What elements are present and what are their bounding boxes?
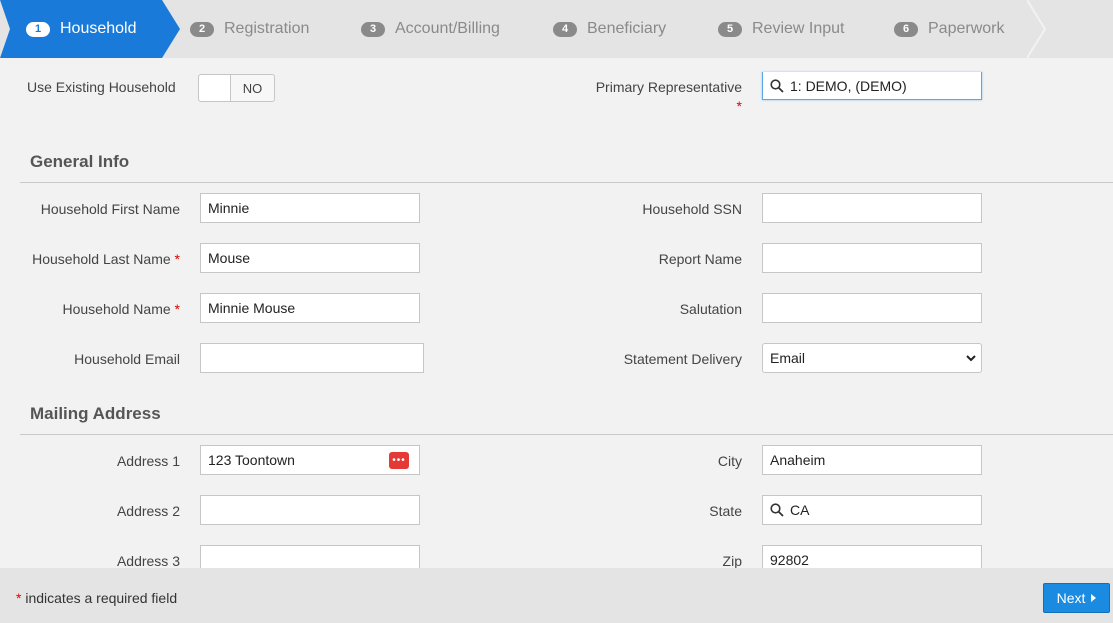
city-label: City [717, 453, 742, 469]
household-name-input[interactable]: Minnie Mouse [200, 293, 420, 323]
toggle-value: NO [242, 80, 263, 96]
household-first-name-value: Minnie [208, 200, 250, 216]
use-existing-household-toggle[interactable]: NO [198, 74, 275, 102]
section-title-general-info: General Info [30, 152, 130, 171]
statement-delivery-value: Email [770, 350, 806, 366]
section-divider [20, 182, 1113, 183]
state-input[interactable]: CA [762, 495, 982, 525]
city-input[interactable]: Anaheim [762, 445, 982, 475]
state-label: State [709, 503, 742, 519]
statement-delivery-select[interactable]: Email [762, 343, 982, 373]
step-registration[interactable]: 2 Registration [164, 0, 334, 58]
step-label: Review Input [752, 20, 845, 37]
step-number: 1 [26, 22, 50, 37]
city-value: Anaheim [770, 452, 826, 468]
step-label: Household [60, 20, 137, 37]
step-label: Beneficiary [587, 20, 667, 37]
primary-representative-input[interactable]: 1: DEMO, (DEMO) [762, 72, 982, 100]
household-email-input[interactable] [200, 343, 424, 373]
primary-representative-label: Primary Representative [595, 79, 742, 95]
use-existing-household-label: Use Existing Household [27, 79, 176, 95]
wizard-stepper: 1 Household 2 Registration 3 Account/Bil… [0, 0, 1113, 58]
toggle-knob [199, 75, 231, 101]
address2-label: Address 2 [116, 503, 180, 519]
statement-delivery-label: Statement Delivery [623, 351, 742, 367]
zip-label: Zip [722, 553, 742, 568]
required-note-text: indicates a required field [25, 590, 178, 606]
search-icon [770, 78, 784, 93]
primary-representative-value: 1: DEMO, (DEMO) [790, 77, 907, 94]
zip-input[interactable]: 92802 [762, 545, 982, 568]
salutation-label: Salutation [679, 301, 742, 317]
household-last-name-text: Household Last Name [32, 251, 171, 267]
form-content: Use Existing Household NO Primary Repres… [0, 58, 1113, 568]
step-number: 3 [361, 21, 385, 37]
step-label: Account/Billing [395, 20, 500, 37]
report-name-input[interactable] [762, 243, 982, 273]
household-ssn-label: Household SSN [642, 201, 742, 217]
required-marker: * [736, 98, 742, 114]
step-account-billing[interactable]: 3 Account/Billing [335, 0, 525, 58]
household-last-name-value: Mouse [208, 250, 251, 266]
report-name-label: Report Name [658, 251, 742, 267]
household-first-name-label: Household First Name [40, 201, 180, 217]
required-field-note: * indicates a required field [16, 590, 177, 606]
household-first-name-input[interactable]: Minnie [200, 193, 420, 223]
next-button[interactable]: Next [1043, 583, 1110, 613]
step-review-input[interactable]: 5 Review Input [692, 0, 868, 58]
required-marker: * [16, 590, 22, 606]
caret-right-icon [1091, 594, 1097, 602]
section-divider [20, 434, 1113, 435]
address1-label: Address 1 [116, 453, 180, 469]
section-title-mailing-address: Mailing Address [30, 404, 161, 423]
step-label: Paperwork [928, 20, 1005, 37]
step-separator-icon [1027, 0, 1047, 58]
address3-label: Address 3 [116, 553, 180, 568]
address2-input[interactable] [200, 495, 420, 525]
salutation-input[interactable] [762, 293, 982, 323]
password-manager-icon[interactable]: ••• [389, 452, 409, 469]
household-last-name-input[interactable]: Mouse [200, 243, 420, 273]
address1-input[interactable]: 123 Toontown ••• [200, 445, 420, 475]
household-email-label: Household Email [74, 351, 180, 367]
required-marker: * [174, 301, 180, 317]
step-number: 2 [190, 21, 214, 37]
next-button-label: Next [1056, 590, 1086, 606]
household-ssn-input[interactable] [762, 193, 982, 223]
step-beneficiary[interactable]: 4 Beneficiary [527, 0, 692, 58]
chevron-down-icon [966, 355, 976, 362]
household-name-value: Minnie Mouse [208, 300, 296, 316]
state-value: CA [790, 502, 810, 518]
address3-input[interactable] [200, 545, 420, 568]
search-icon [770, 503, 784, 517]
household-name-label: Household Name * [62, 301, 180, 317]
required-marker: * [174, 251, 180, 267]
step-number: 4 [553, 21, 577, 37]
zip-value: 92802 [770, 552, 809, 568]
address1-value: 123 Toontown [208, 452, 295, 468]
footer-bar: * indicates a required field [0, 568, 1113, 623]
step-paperwork[interactable]: 6 Paperwork [868, 0, 1028, 58]
step-number: 5 [718, 21, 742, 37]
step-label: Registration [224, 20, 310, 37]
household-last-name-label: Household Last Name * [32, 251, 180, 267]
step-household[interactable]: 1 Household [0, 0, 180, 58]
step-number: 6 [894, 21, 918, 37]
household-name-text: Household Name [62, 301, 171, 317]
